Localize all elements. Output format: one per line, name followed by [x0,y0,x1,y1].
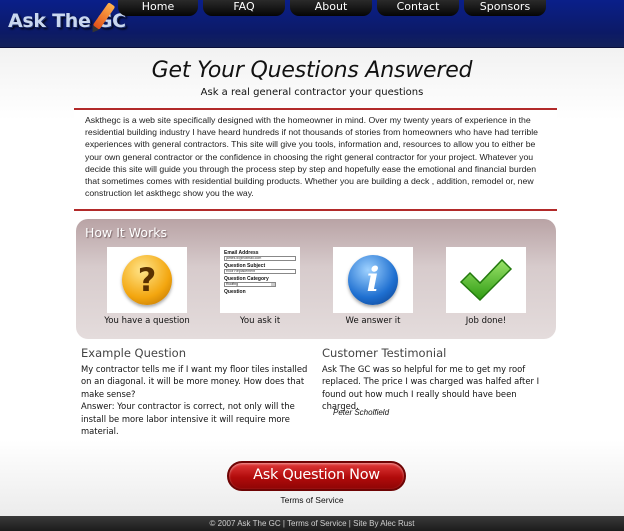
nav-home[interactable]: Home [118,0,198,16]
step-image: i [333,247,413,313]
how-it-works-panel: How It Works ? You have a question Email… [76,219,556,339]
info-icon: i [348,255,398,305]
nav-about[interactable]: About [290,0,372,16]
terms-of-service-link[interactable]: Terms of Service [0,495,624,505]
testimonial-text: Ask The GC was so helpful for me to get … [322,364,540,412]
ask-question-button[interactable]: Ask Question Now [227,461,406,491]
subject-field: Roof Replacement [224,269,296,274]
example-question-heading: Example Question [81,346,186,360]
site-footer: © 2007 Ask The GC | Terms of Service | S… [0,516,624,531]
step-done: Job done! [446,247,526,326]
step-label: You ask it [239,316,281,326]
page-title: Get Your Questions Answered [151,58,473,83]
step-question: ? You have a question [104,247,190,326]
question-icon: ? [122,255,172,305]
checkmark-icon [459,258,513,302]
example-question-text: My contractor tells me if I want my floo… [81,363,311,437]
page-subtitle: Ask a real general contractor your quest… [200,87,424,98]
site-header: Ask The GC Home FAQ About Contact Sponso… [0,0,624,48]
email-field: james.w@hotmail.com [224,256,296,261]
step-label: Job done! [465,316,507,326]
nav-faq[interactable]: FAQ [203,0,285,16]
testimonial-heading: Customer Testimonial [322,346,447,360]
example-question-body: My contractor tells me if I want my floo… [81,364,308,399]
step-image: ? [107,247,187,313]
step-answer: i We answer it [333,247,413,326]
category-select: Roofing [224,282,276,287]
step-ask: Email Address james.w@hotmail.com Questi… [220,247,300,326]
step-image [446,247,526,313]
nav-contact[interactable]: Contact [377,0,459,16]
question-form-preview: Email Address james.w@hotmail.com Questi… [220,247,300,313]
testimonial-author: Peter Scholfield [333,408,390,417]
intro-text: Askthegc is a web site specifically desi… [74,108,557,211]
step-label: You have a question [104,316,190,326]
step-label: We answer it [345,316,401,326]
question-label: Question [224,289,246,295]
example-answer-body: Answer: Your contractor is correct, not … [81,401,295,437]
how-it-works-title: How It Works [85,225,167,240]
nav-sponsors[interactable]: Sponsors [464,0,546,16]
main-nav: Home FAQ About Contact Sponsors [118,0,551,16]
